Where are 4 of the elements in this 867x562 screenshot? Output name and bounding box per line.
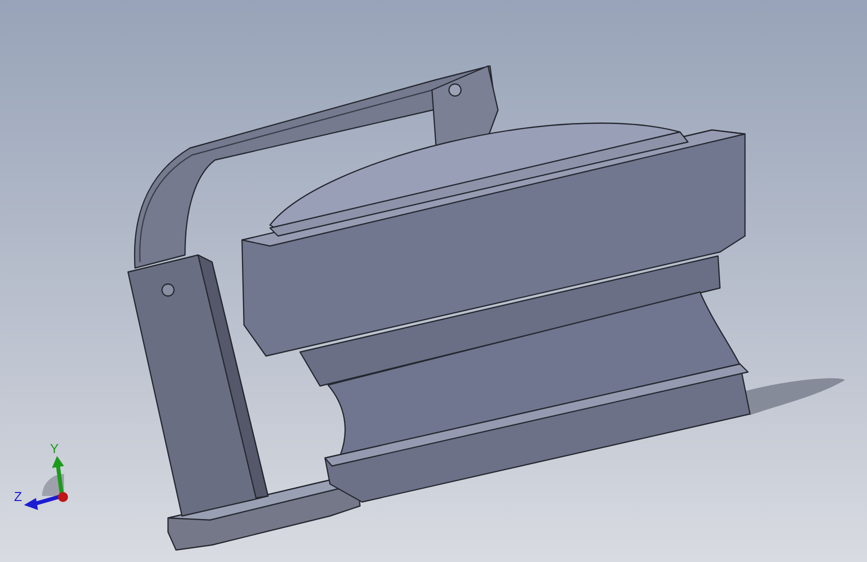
axis-label: Y — [50, 442, 59, 455]
origin-sphere-icon — [58, 492, 68, 502]
plane-quadrant-icon — [42, 474, 64, 496]
axis-label: Z — [14, 490, 22, 503]
